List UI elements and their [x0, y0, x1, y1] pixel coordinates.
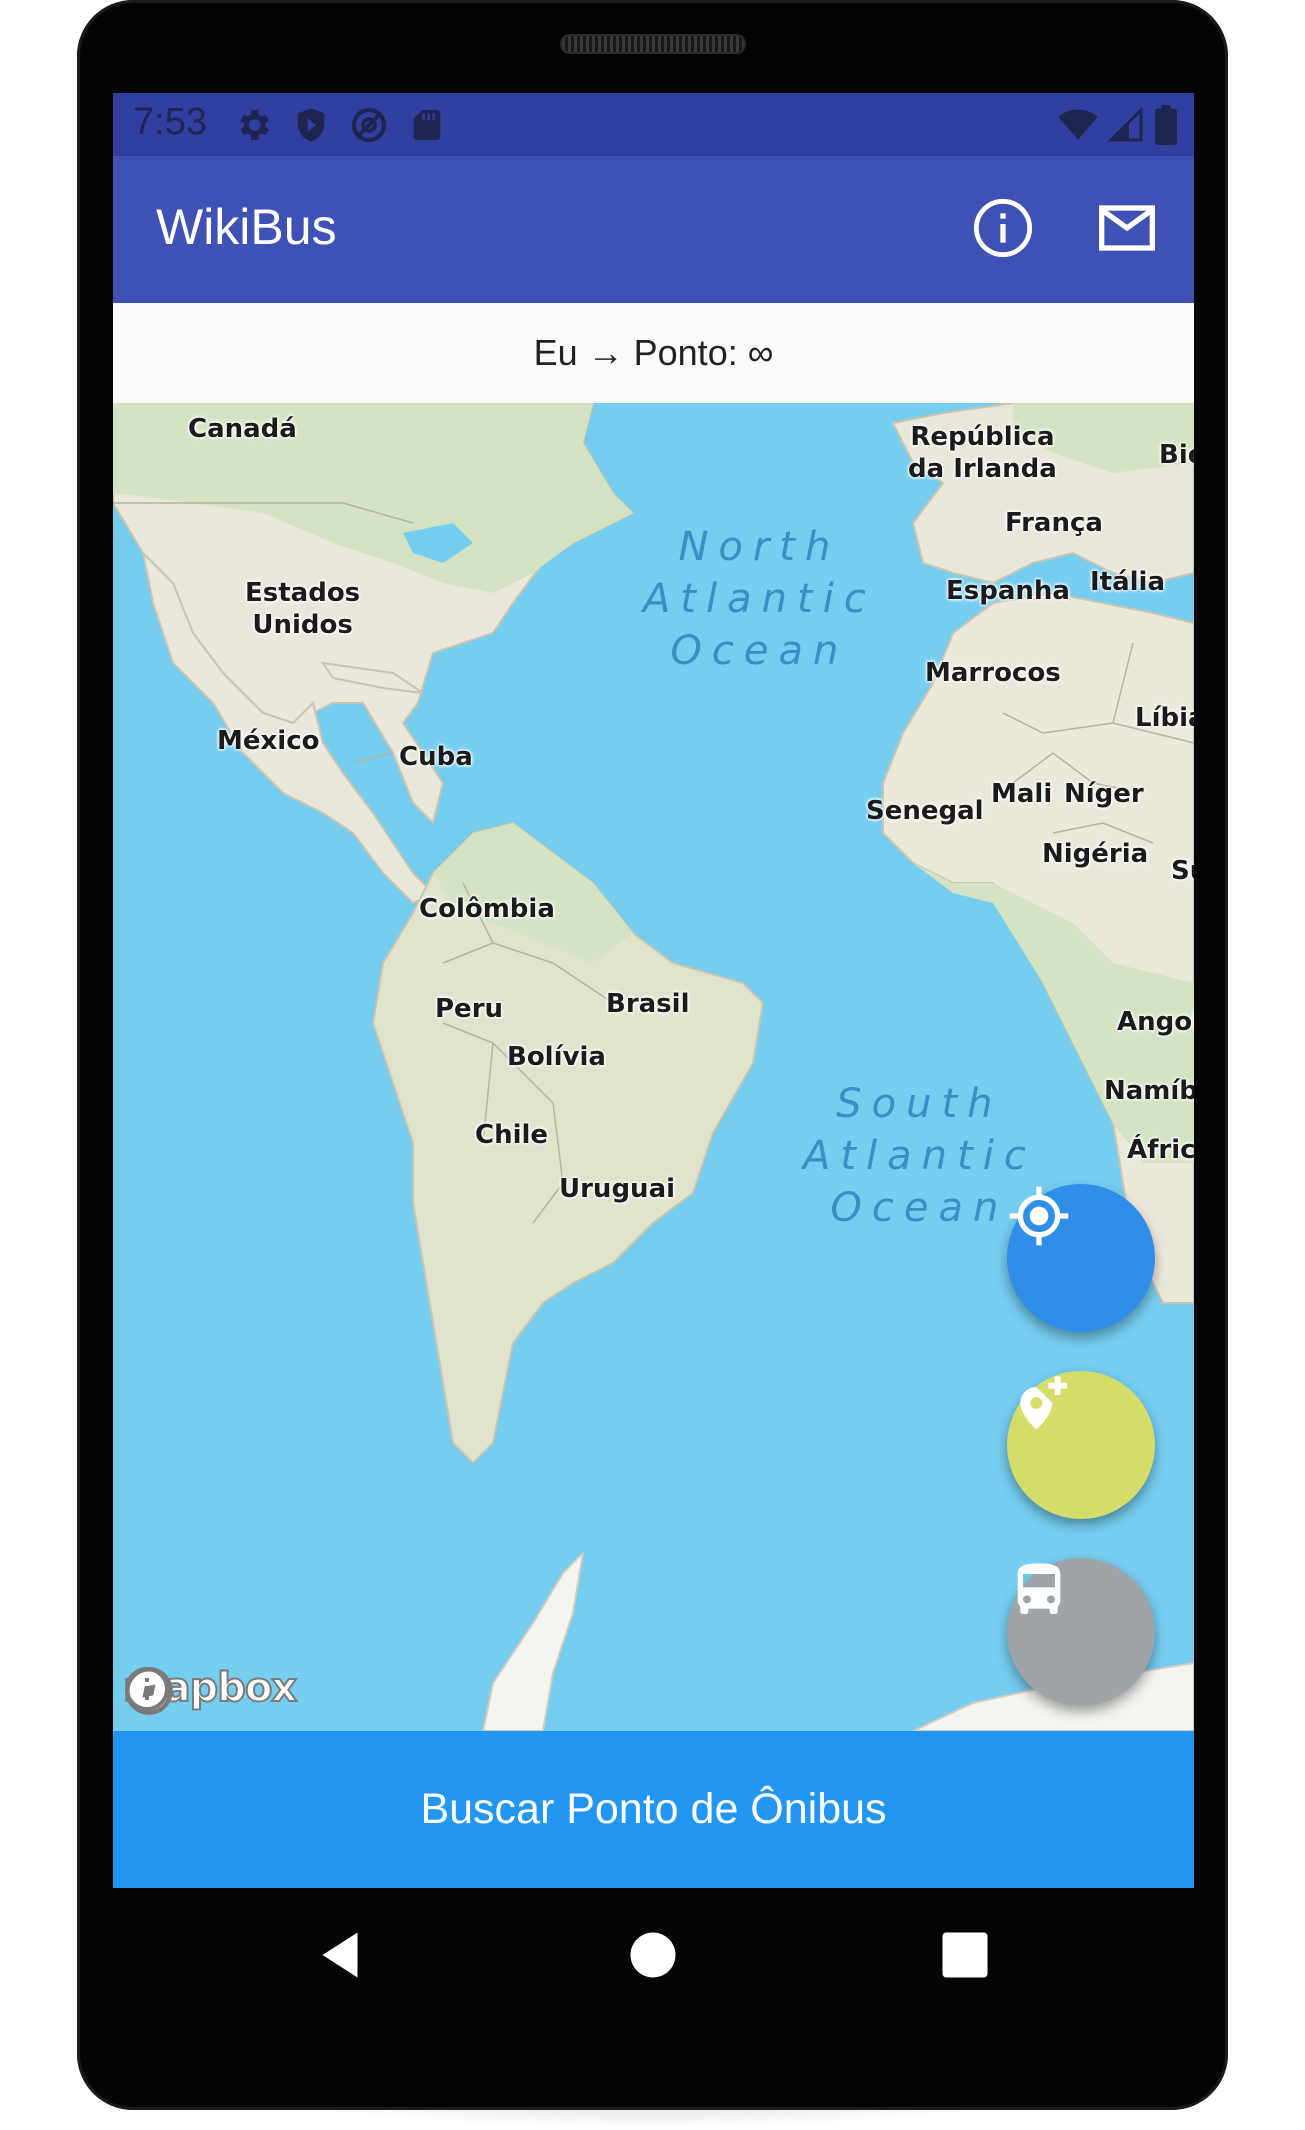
- map-label-brasil: Brasil: [606, 989, 690, 1019]
- crosshair-icon: [1009, 1186, 1069, 1246]
- map-label-mexico: México: [217, 726, 320, 756]
- attribution-info-icon[interactable]: [123, 1665, 171, 1713]
- ocean-label-north-atlantic: North Atlantic Ocean: [643, 521, 876, 677]
- home-icon: [630, 1932, 676, 1978]
- map-label-peru: Peru: [435, 994, 504, 1024]
- map-label-franca: França: [1005, 508, 1103, 538]
- locate-me-button[interactable]: [1007, 1184, 1155, 1332]
- sd-card-icon: [407, 105, 447, 145]
- status-time: 7:53: [133, 101, 207, 143]
- map-label-canada: Canadá: [188, 414, 297, 444]
- map-label-su: Su: [1171, 856, 1194, 886]
- info-button[interactable]: [971, 196, 1035, 260]
- add-location-icon: [1020, 1376, 1067, 1430]
- map-label-cuba: Cuba: [399, 742, 473, 772]
- map-label-italia: Itália: [1090, 567, 1166, 597]
- wifi-icon: [1058, 107, 1098, 147]
- recents-icon: [942, 1932, 988, 1978]
- ocean-label-north-atlantic-text: North Atlantic Ocean: [643, 524, 876, 674]
- at-sign-icon: [349, 105, 389, 145]
- device-screen: 7:53 WikiBus Eu → Ponto: ∞ Canadá Repúbl…: [113, 93, 1194, 1888]
- bus-icon: [1017, 1563, 1061, 1614]
- map-label-chile: Chile: [475, 1120, 549, 1150]
- mapbox-attribution[interactable]: mapbox: [122, 1664, 298, 1715]
- app-bar: WikiBus: [113, 156, 1194, 303]
- map-label-angola: Angol: [1117, 1007, 1194, 1037]
- map-label-espanha: Espanha: [946, 576, 1070, 606]
- cell-signal-icon: [1107, 106, 1144, 147]
- back-icon: [322, 1932, 358, 1978]
- battery-icon: [1154, 105, 1178, 149]
- map-label-senegal: Senegal: [866, 796, 984, 826]
- ocean-label-south-atlantic-text: South Atlantic Ocean: [803, 1081, 1036, 1231]
- map-label-nigeria: Nigéria: [1042, 839, 1149, 869]
- map-label-irlanda-text: República da Irlanda: [908, 422, 1057, 484]
- status-bar: 7:53: [113, 93, 1194, 156]
- land-antarctica: [481, 1550, 585, 1731]
- map-label-estados-unidos-text: Estados Unidos: [245, 578, 361, 640]
- map-label-namibia: Namíbi: [1104, 1076, 1194, 1106]
- find-bus-stop-button[interactable]: Buscar Ponto de Ônibus: [113, 1731, 1194, 1888]
- nav-home-button[interactable]: [623, 1925, 683, 1985]
- nav-back-button[interactable]: [310, 1925, 370, 1985]
- map-label-bie: Bie: [1159, 440, 1194, 470]
- distance-indicator: Eu → Ponto: ∞: [113, 303, 1194, 403]
- ocean-label-south-atlantic: South Atlantic Ocean: [803, 1078, 1036, 1234]
- mail-button[interactable]: [1095, 196, 1159, 260]
- bus-stops-button[interactable]: [1007, 1558, 1155, 1706]
- map-label-uruguai: Uruguai: [559, 1174, 676, 1204]
- map-label-estados-unidos: Estados Unidos: [245, 577, 360, 641]
- info-icon: [973, 198, 1033, 258]
- map-label-marrocos: Marrocos: [925, 658, 1061, 688]
- nav-recents-button[interactable]: [935, 1925, 995, 1985]
- add-stop-button[interactable]: [1007, 1371, 1155, 1519]
- mail-icon: [1099, 205, 1155, 251]
- map-label-colombia: Colômbia: [419, 894, 555, 924]
- map-label-africa: Áfric: [1127, 1135, 1194, 1165]
- map-label-libia: Líbia: [1135, 703, 1194, 733]
- status-notification-icons: [233, 105, 447, 145]
- map-label-irlanda: República da Irlanda: [908, 421, 1057, 485]
- map-label-niger: Níger: [1064, 779, 1144, 809]
- shield-icon: [291, 105, 331, 145]
- map-label-bolivia: Bolívia: [507, 1042, 606, 1072]
- status-system-icons: [1058, 105, 1178, 149]
- map-label-mali: Mali: [991, 779, 1053, 809]
- app-title: WikiBus: [156, 199, 337, 255]
- speaker-grille: [562, 36, 744, 52]
- gear-icon: [233, 105, 273, 145]
- map-view[interactable]: Canadá República da Irlanda Bie França E…: [113, 403, 1194, 1731]
